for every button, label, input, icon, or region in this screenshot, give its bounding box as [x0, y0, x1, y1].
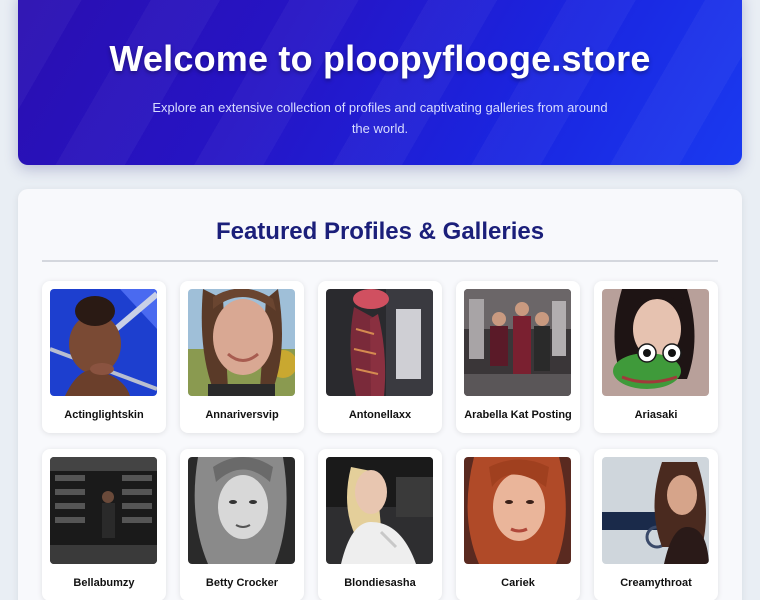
- site-title: Welcome to ploopyflooge.store: [109, 38, 651, 79]
- profile-photo: [50, 457, 157, 564]
- profile-card[interactable]: Cariek: [456, 449, 580, 600]
- profile-name: Antonellaxx: [348, 409, 412, 421]
- profile-photo: [188, 457, 295, 564]
- profile-card[interactable]: Actinglightskin: [42, 281, 166, 433]
- profile-card[interactable]: Blondiesasha: [318, 449, 442, 600]
- profile-photo: [188, 289, 295, 396]
- profile-name: Ariasaki: [634, 409, 678, 421]
- profile-card[interactable]: Betty Crocker: [180, 449, 304, 600]
- profile-name: Creamythroat: [620, 577, 692, 589]
- profile-name: Actinglightskin: [64, 409, 144, 421]
- profile-card[interactable]: Bellabumzy: [42, 449, 166, 600]
- section-divider: [42, 260, 718, 262]
- profile-name: Betty Crocker: [205, 577, 279, 589]
- profile-photo: [326, 457, 433, 564]
- profile-name: Blondiesasha: [344, 577, 416, 589]
- profile-photo: [326, 289, 433, 396]
- profile-name: Annariversvip: [205, 409, 279, 421]
- profile-card[interactable]: Annariversvip: [180, 281, 304, 433]
- profile-photo: [464, 289, 571, 396]
- profile-grid: Actinglightskin Annariversvip Antonellax…: [42, 281, 719, 600]
- profile-card[interactable]: Ariasaki: [594, 281, 718, 433]
- profile-card[interactable]: Creamythroat: [594, 449, 718, 600]
- profile-name: Cariek: [501, 577, 535, 589]
- site-subtitle: Explore an extensive collection of profi…: [152, 100, 608, 136]
- profile-name: Bellabumzy: [73, 577, 135, 589]
- section-title: Featured Profiles & Galleries: [215, 218, 545, 245]
- profile-card[interactable]: Antonellaxx: [318, 281, 442, 433]
- featured-panel: Featured Profiles & Galleries Actingligh…: [18, 189, 742, 600]
- profile-photo: [602, 289, 709, 396]
- profile-name: Arabella Kat Posting: [464, 409, 572, 421]
- profile-card[interactable]: Arabella Kat Posting: [456, 281, 580, 433]
- profile-photo: [50, 289, 157, 396]
- profile-photo: [464, 457, 571, 564]
- hero-banner: Welcome to ploopyflooge.store Explore an…: [18, 0, 742, 165]
- profile-photo: [602, 457, 709, 564]
